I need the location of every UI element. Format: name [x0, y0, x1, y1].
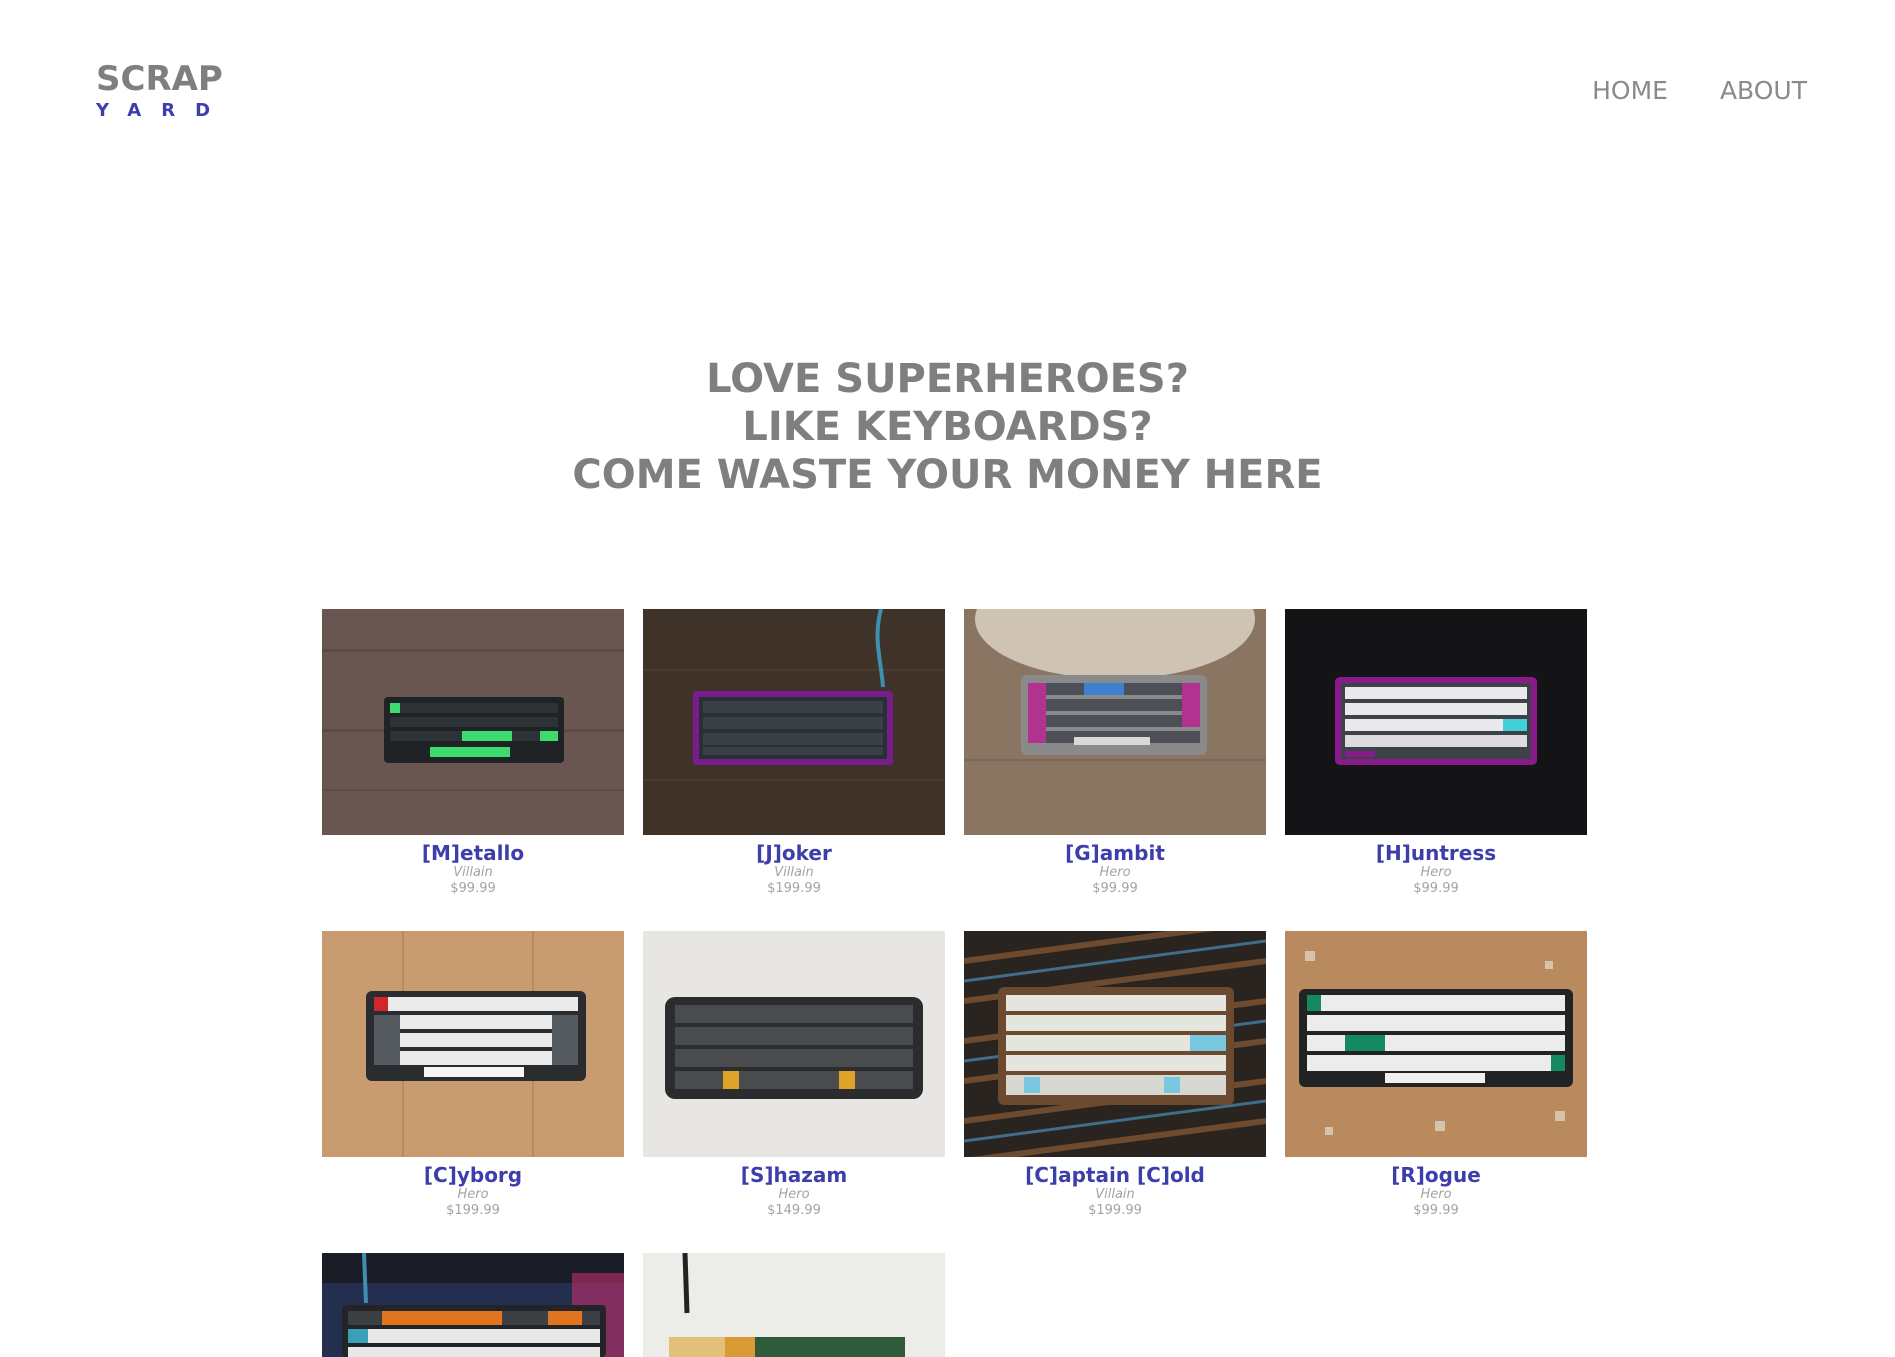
product-image[interactable] — [643, 1253, 945, 1357]
logo-top-text: SCRAP — [96, 59, 223, 99]
product-role: Villain — [1095, 1187, 1135, 1202]
product-name[interactable]: [S]hazam — [643, 1163, 945, 1187]
product-image[interactable] — [964, 931, 1266, 1157]
product-price: $99.99 — [1092, 881, 1138, 896]
product-card[interactable]: [R]ogue Hero $99.99 — [1285, 931, 1587, 1219]
nav-about-link[interactable]: ABOUT — [1720, 76, 1807, 105]
product-name[interactable]: [C]yborg — [322, 1163, 624, 1187]
nav-home-link[interactable]: HOME — [1592, 76, 1668, 105]
hero-headline: LOVE SUPERHEROES? LIKE KEYBOARDS? COME W… — [0, 355, 1895, 499]
logo[interactable]: SCRAP YARD — [96, 60, 230, 122]
product-card[interactable] — [643, 1253, 945, 1357]
product-price: $199.99 — [446, 1203, 500, 1218]
product-role: Hero — [457, 1187, 489, 1202]
product-price: $99.99 — [1413, 881, 1459, 896]
product-role: Hero — [778, 1187, 810, 1202]
product-price: $199.99 — [767, 881, 821, 896]
main-nav: HOME ABOUT — [1592, 76, 1807, 105]
product-name[interactable]: [R]ogue — [1285, 1163, 1587, 1187]
product-role: Hero — [1420, 1187, 1452, 1202]
product-price: $99.99 — [450, 881, 496, 896]
product-card[interactable]: [S]hazam Hero $149.99 — [643, 931, 945, 1219]
product-price: $149.99 — [767, 1203, 821, 1218]
product-card[interactable]: [C]yborg Hero $199.99 — [322, 931, 624, 1219]
product-card[interactable]: [J]oker Villain $199.99 — [643, 609, 945, 897]
product-image[interactable] — [322, 609, 624, 835]
product-role: Villain — [453, 865, 493, 880]
product-image[interactable] — [1285, 609, 1587, 835]
hero-line-3: COME WASTE YOUR MONEY HERE — [572, 452, 1323, 498]
product-card[interactable]: [M]etallo Villain $99.99 — [322, 609, 624, 897]
product-price: $199.99 — [1088, 1203, 1142, 1218]
product-role: Villain — [774, 865, 814, 880]
product-image[interactable] — [322, 1253, 624, 1357]
product-name[interactable]: [C]aptain [C]old — [964, 1163, 1266, 1187]
logo-bottom-text: YARD — [96, 100, 231, 121]
product-name[interactable]: [M]etallo — [322, 841, 624, 865]
product-card[interactable] — [322, 1253, 624, 1357]
hero-line-2: LIKE KEYBOARDS? — [742, 404, 1153, 450]
product-image[interactable] — [1285, 931, 1587, 1157]
product-role: Hero — [1099, 865, 1131, 880]
product-role: Hero — [1420, 865, 1452, 880]
product-image[interactable] — [322, 931, 624, 1157]
hero-line-1: LOVE SUPERHEROES? — [706, 356, 1189, 402]
product-price: $99.99 — [1413, 1203, 1459, 1218]
product-card[interactable]: [C]aptain [C]old Villain $199.99 — [964, 931, 1266, 1219]
product-card[interactable]: [G]ambit Hero $99.99 — [964, 609, 1266, 897]
product-name[interactable]: [J]oker — [643, 841, 945, 865]
product-image[interactable] — [643, 931, 945, 1157]
product-image[interactable] — [964, 609, 1266, 835]
product-name[interactable]: [H]untress — [1285, 841, 1587, 865]
product-card[interactable]: [H]untress Hero $99.99 — [1285, 609, 1587, 897]
product-name[interactable]: [G]ambit — [964, 841, 1266, 865]
product-image[interactable] — [643, 609, 945, 835]
